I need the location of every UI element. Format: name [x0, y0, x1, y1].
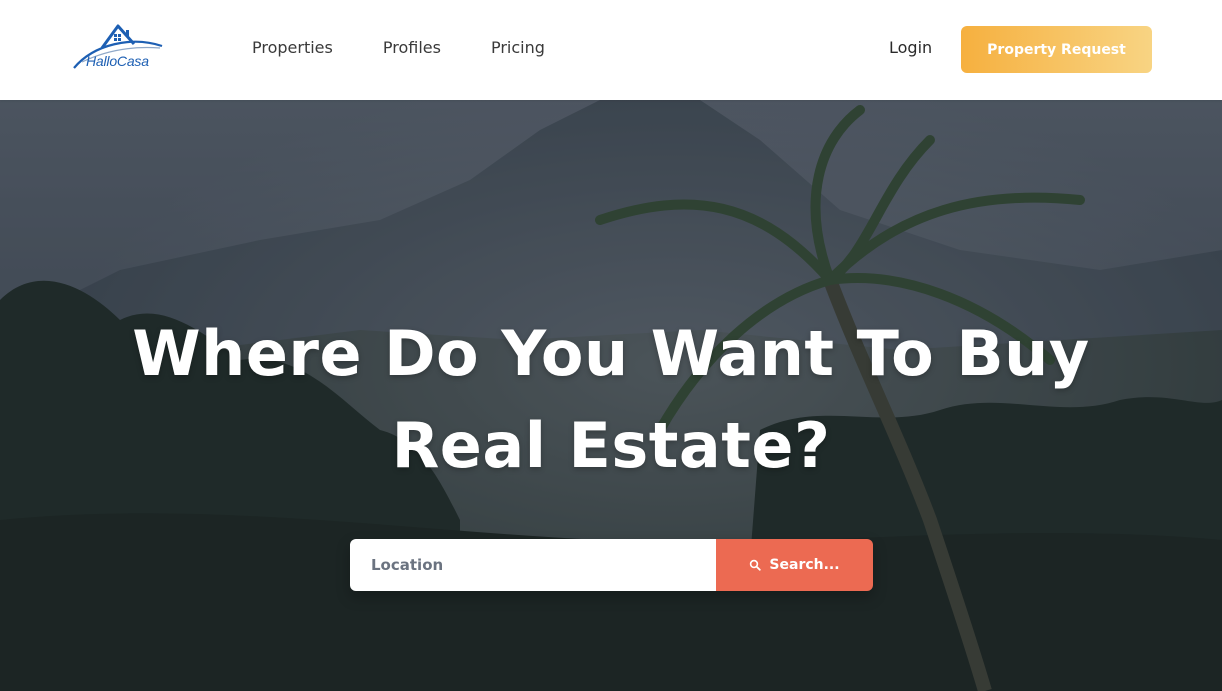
nav-link-pricing[interactable]: Pricing	[491, 38, 545, 58]
login-link[interactable]: Login	[889, 38, 932, 58]
logo-wordmark: HalloCasa	[86, 53, 149, 69]
location-input[interactable]	[350, 539, 716, 591]
hero-heading-line-2: Real Estate?	[391, 409, 831, 482]
nav-link-profiles[interactable]: Profiles	[383, 38, 441, 58]
hero-heading: Where Do You Want To Buy Real Estate?	[0, 308, 1222, 492]
search-icon	[750, 559, 762, 571]
page: HalloCasa Properties Profiles Pricing Lo…	[0, 0, 1222, 691]
hallocasa-logo[interactable]: HalloCasa	[72, 22, 164, 72]
hero-section: Where Do You Want To Buy Real Estate? Se…	[0, 100, 1222, 691]
hero-heading-line-1: Where Do You Want To Buy	[132, 317, 1090, 390]
location-search-bar: Search...	[350, 539, 873, 591]
search-button-label: Search...	[769, 557, 840, 573]
main-nav: Properties Profiles Pricing	[252, 38, 545, 58]
site-header: HalloCasa Properties Profiles Pricing Lo…	[0, 0, 1222, 100]
search-button[interactable]: Search...	[716, 539, 873, 591]
property-request-button[interactable]: Property Request	[961, 26, 1152, 73]
nav-link-properties[interactable]: Properties	[252, 38, 333, 58]
